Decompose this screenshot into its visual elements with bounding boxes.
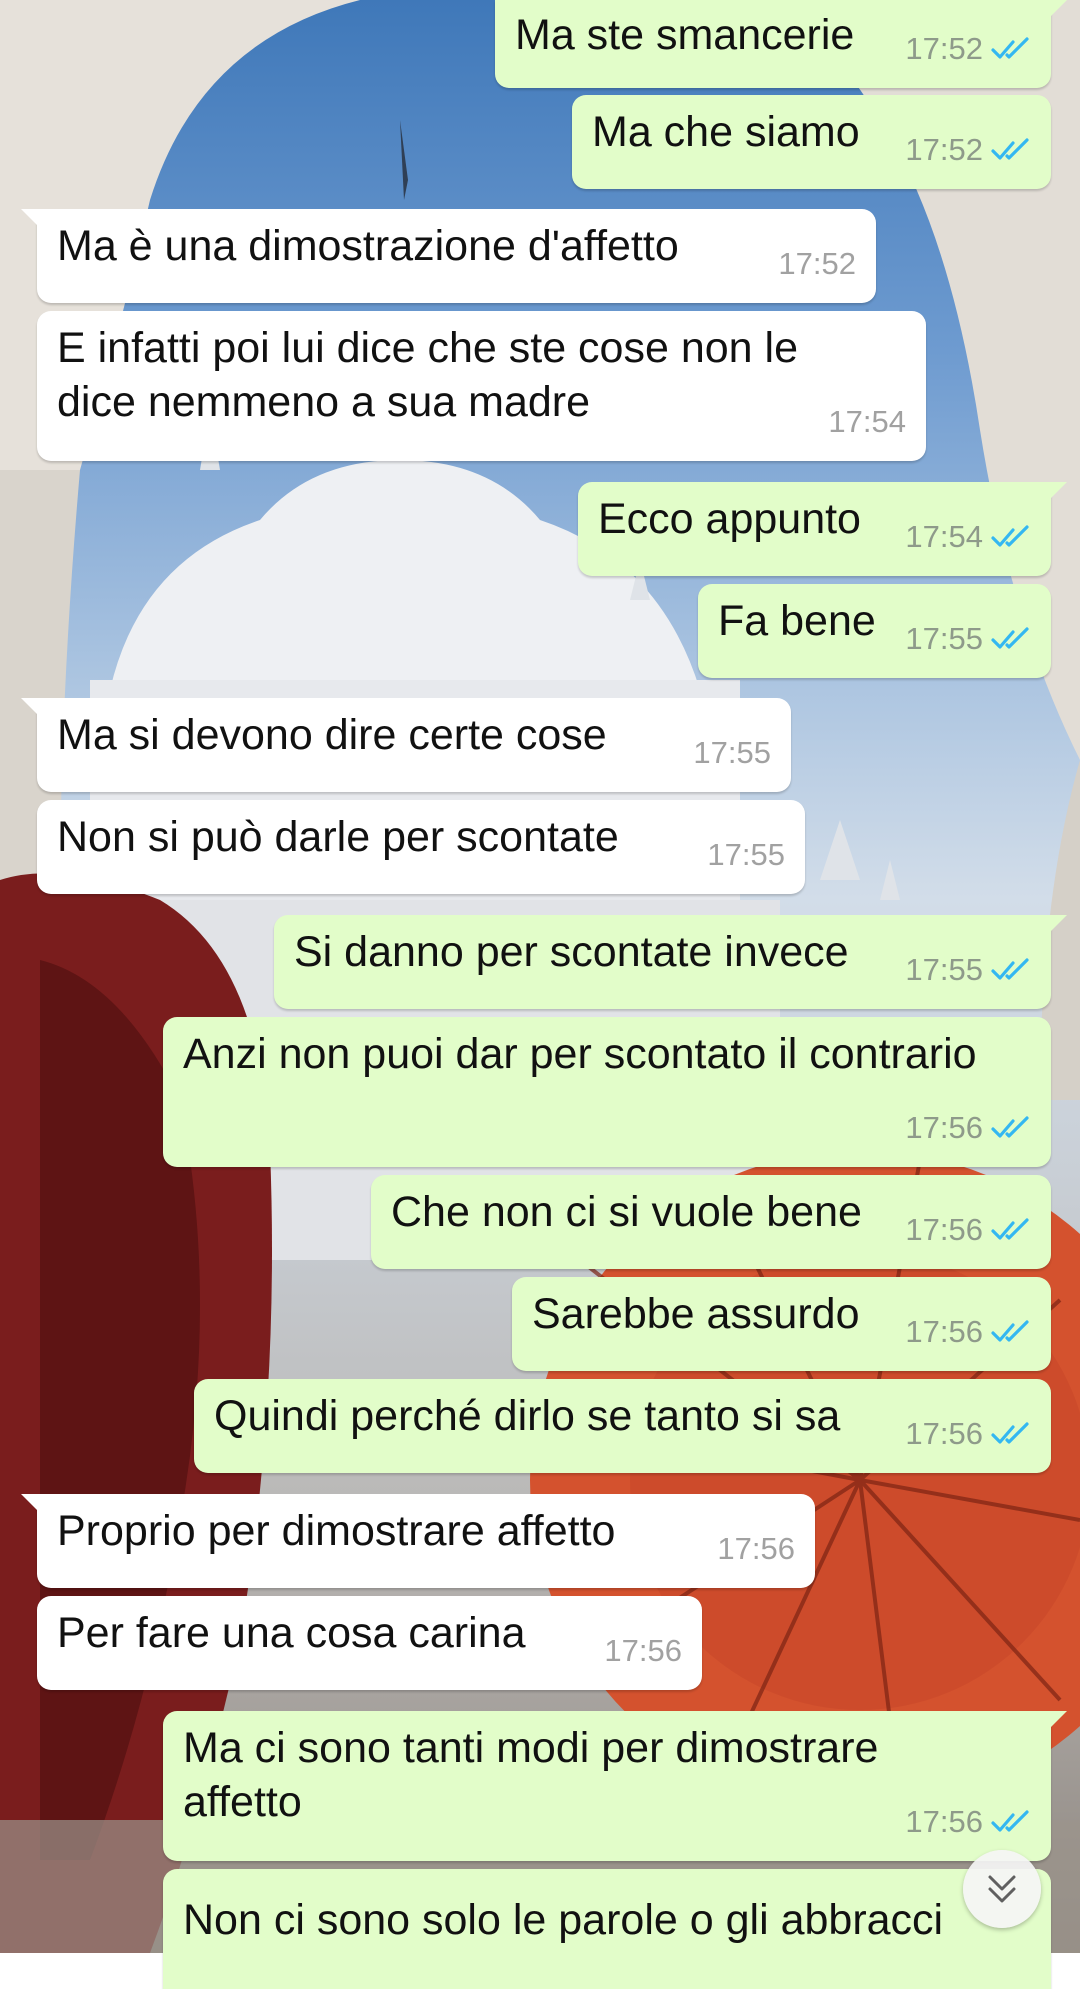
read-ticks-icon xyxy=(991,138,1029,160)
message-meta: 17:52 xyxy=(905,22,1031,76)
message-text: Ma ste smancerie xyxy=(515,11,855,59)
message-bubble-outgoing[interactable]: Non ci sono solo le parole o gli abbracc… xyxy=(163,1869,1051,1989)
message-time: 17:52 xyxy=(905,31,983,66)
read-ticks-icon xyxy=(991,1422,1029,1444)
message-meta: 17:52 xyxy=(778,237,856,291)
message-time: 17:56 xyxy=(604,1633,682,1668)
message-time: 17:55 xyxy=(905,621,983,656)
message-bubble-incoming[interactable]: Ma è una dimostrazione d'affetto 17:52 xyxy=(21,209,876,303)
message-text: Non ci sono solo le parole o gli abbracc… xyxy=(183,1896,944,1944)
message-text: Anzi non puoi dar per scontato il contra… xyxy=(183,1030,977,1078)
message-time: 17:52 xyxy=(778,246,856,281)
read-ticks-icon xyxy=(991,1810,1029,1832)
message-bubble-outgoing[interactable]: Ma che siamo 17:52 xyxy=(572,95,1051,189)
message-time: 17:56 xyxy=(905,1804,983,1839)
message-time: 17:55 xyxy=(707,837,785,872)
message-text: Ma è una dimostrazione d'affetto xyxy=(57,222,679,270)
message-time: 17:56 xyxy=(717,1531,795,1566)
message-meta: 17:56 xyxy=(717,1522,795,1576)
message-bubble-incoming[interactable]: E infatti poi lui dice che ste cose non … xyxy=(37,311,926,461)
message-time: 17:56 xyxy=(905,1110,983,1145)
message-meta: 17:54 xyxy=(828,395,906,449)
message-bubble-incoming[interactable]: Ma si devono dire certe cose 17:55 xyxy=(21,698,791,792)
message-bubble-outgoing[interactable]: Ecco appunto 17:54 xyxy=(578,482,1067,576)
read-ticks-icon xyxy=(991,1116,1029,1138)
message-text: Non si può darle per scontate xyxy=(57,813,619,861)
message-meta: 17:52 xyxy=(905,123,1031,177)
message-meta: 17:55 xyxy=(905,612,1031,666)
message-meta: 17:56 xyxy=(905,1305,1031,1359)
message-time: 17:56 xyxy=(905,1416,983,1451)
message-text: Ma ci sono tanti modi per dimostrare aff… xyxy=(183,1724,879,1826)
message-time: 17:55 xyxy=(905,952,983,987)
message-meta: 17:56 xyxy=(905,1101,1031,1155)
message-bubble-outgoing[interactable]: Che non ci si vuole bene 17:56 xyxy=(371,1175,1051,1269)
message-meta: 17:56 xyxy=(905,1203,1031,1257)
message-time: 17:52 xyxy=(905,132,983,167)
message-text: Proprio per dimostrare affetto xyxy=(57,1507,616,1555)
read-ticks-icon xyxy=(991,627,1029,649)
message-meta: 17:56 xyxy=(604,1624,682,1678)
message-bubble-outgoing[interactable]: Ma ci sono tanti modi per dimostrare aff… xyxy=(163,1711,1067,1861)
message-time: 17:56 xyxy=(905,1314,983,1349)
double-chevron-down-icon xyxy=(988,1875,1016,1903)
message-bubble-outgoing[interactable]: Quindi perché dirlo se tanto si sa 17:56 xyxy=(194,1379,1051,1473)
message-time: 17:54 xyxy=(828,404,906,439)
chat-message-list[interactable]: Ma ste smancerie 17:52 Ma che siamo 17:5… xyxy=(0,0,1080,1989)
message-bubble-outgoing[interactable]: Si danno per scontate invece 17:55 xyxy=(274,915,1067,1009)
message-text: E infatti poi lui dice che ste cose non … xyxy=(57,324,798,426)
scroll-to-bottom-button[interactable] xyxy=(963,1850,1041,1928)
message-meta: 17:56 xyxy=(905,1795,1031,1849)
message-bubble-outgoing[interactable]: Fa bene 17:55 xyxy=(698,584,1051,678)
message-meta: 17:55 xyxy=(905,943,1031,997)
message-meta: 17:56 xyxy=(905,1407,1031,1461)
message-bubble-incoming[interactable]: Proprio per dimostrare affetto 17:56 xyxy=(21,1494,815,1588)
message-meta: 17:55 xyxy=(707,828,785,882)
message-bubble-outgoing[interactable]: Sarebbe assurdo 17:56 xyxy=(512,1277,1051,1371)
message-meta: 17:54 xyxy=(905,510,1031,564)
read-ticks-icon xyxy=(991,37,1029,59)
message-bubble-incoming[interactable]: Non si può darle per scontate 17:55 xyxy=(37,800,805,894)
message-time: 17:55 xyxy=(693,735,771,770)
message-bubble-incoming[interactable]: Per fare una cosa carina 17:56 xyxy=(37,1596,702,1690)
read-ticks-icon xyxy=(991,958,1029,980)
read-ticks-icon xyxy=(991,1218,1029,1240)
message-time: 17:54 xyxy=(905,519,983,554)
message-bubble-outgoing[interactable]: Ma ste smancerie 17:52 xyxy=(495,0,1067,88)
message-meta: 17:55 xyxy=(693,726,771,780)
read-ticks-icon xyxy=(991,1320,1029,1342)
message-text: Per fare una cosa carina xyxy=(57,1609,526,1657)
message-text: Ma si devono dire certe cose xyxy=(57,711,607,759)
read-ticks-icon xyxy=(991,525,1029,547)
message-time: 17:56 xyxy=(905,1212,983,1247)
message-bubble-outgoing[interactable]: Anzi non puoi dar per scontato il contra… xyxy=(163,1017,1051,1167)
